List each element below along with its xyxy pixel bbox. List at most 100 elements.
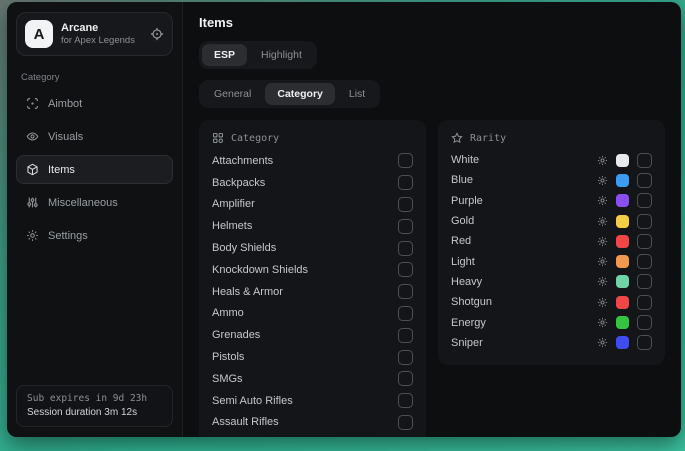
rarity-row: Sniper bbox=[451, 333, 652, 353]
checkbox-knockdown-shields[interactable] bbox=[398, 262, 413, 277]
session-duration-text: Session duration 3m 12s bbox=[27, 407, 162, 418]
category-label: Assault Rifles bbox=[212, 416, 279, 428]
color-swatch[interactable] bbox=[616, 215, 629, 228]
gear-icon[interactable] bbox=[597, 175, 608, 186]
logo-letter: A bbox=[34, 26, 45, 43]
gear-icon[interactable] bbox=[597, 297, 608, 308]
sidebar-item-label: Visuals bbox=[48, 131, 83, 143]
color-swatch[interactable] bbox=[616, 154, 629, 167]
mode-toggle: ESP Highlight bbox=[199, 41, 317, 69]
scope-icon[interactable] bbox=[150, 27, 164, 41]
category-row: Heals & Armor bbox=[212, 281, 413, 303]
rarity-row: Gold bbox=[451, 211, 652, 231]
gear-icon[interactable] bbox=[597, 337, 608, 348]
gear-icon[interactable] bbox=[597, 155, 608, 166]
rarity-panel-title: Rarity bbox=[470, 133, 506, 144]
gear-icon[interactable] bbox=[597, 195, 608, 206]
sidebar-item-label: Aimbot bbox=[48, 98, 82, 110]
main-content: Items ESP Highlight General Category Lis… bbox=[183, 2, 681, 437]
category-row: LMGs bbox=[212, 433, 413, 437]
tab-general[interactable]: General bbox=[202, 83, 263, 105]
checkbox-smgs[interactable] bbox=[398, 371, 413, 386]
rarity-row: Blue bbox=[451, 170, 652, 190]
rarity-label: Purple bbox=[451, 195, 483, 207]
checkbox-sniper[interactable] bbox=[637, 335, 652, 350]
sidebar-item-settings[interactable]: Settings bbox=[16, 221, 173, 250]
rarity-label: Blue bbox=[451, 174, 473, 186]
category-row: SMGs bbox=[212, 368, 413, 390]
gear-icon bbox=[26, 229, 39, 242]
grid-icon bbox=[212, 132, 224, 144]
category-label: Body Shields bbox=[212, 242, 276, 254]
sidebar-item-aimbot[interactable]: Aimbot bbox=[16, 89, 173, 118]
sidebar-section-label: Category bbox=[21, 72, 168, 83]
checkbox-backpacks[interactable] bbox=[398, 175, 413, 190]
checkbox-attachments[interactable] bbox=[398, 153, 413, 168]
rarity-label: Heavy bbox=[451, 276, 482, 288]
color-swatch[interactable] bbox=[616, 194, 629, 207]
eye-icon bbox=[26, 130, 39, 143]
sidebar-item-label: Miscellaneous bbox=[48, 197, 118, 209]
checkbox-heavy[interactable] bbox=[637, 274, 652, 289]
rarity-label: Sniper bbox=[451, 337, 483, 349]
category-label: Backpacks bbox=[212, 177, 265, 189]
rarity-label: Red bbox=[451, 235, 471, 247]
color-swatch[interactable] bbox=[616, 316, 629, 329]
checkbox-heals-armor[interactable] bbox=[398, 284, 413, 299]
category-row: Ammo bbox=[212, 303, 413, 325]
gear-icon[interactable] bbox=[597, 256, 608, 267]
category-label: Heals & Armor bbox=[212, 286, 283, 298]
star-icon bbox=[451, 132, 463, 144]
page-title: Items bbox=[199, 15, 665, 30]
rarity-row: Shotgun bbox=[451, 292, 652, 312]
crosshair-icon bbox=[26, 97, 39, 110]
category-label: Attachments bbox=[212, 155, 273, 167]
sliders-icon bbox=[26, 196, 39, 209]
gear-icon[interactable] bbox=[597, 236, 608, 247]
color-swatch[interactable] bbox=[616, 296, 629, 309]
app-subtitle: for Apex Legends bbox=[61, 35, 135, 46]
color-swatch[interactable] bbox=[616, 275, 629, 288]
checkbox-red[interactable] bbox=[637, 234, 652, 249]
category-panel: Category Attachments Backpacks Amplifier… bbox=[199, 120, 426, 437]
color-swatch[interactable] bbox=[616, 336, 629, 349]
color-swatch[interactable] bbox=[616, 174, 629, 187]
sidebar-item-visuals[interactable]: Visuals bbox=[16, 122, 173, 151]
checkbox-blue[interactable] bbox=[637, 173, 652, 188]
checkbox-helmets[interactable] bbox=[398, 219, 413, 234]
checkbox-light[interactable] bbox=[637, 254, 652, 269]
app-logo: A bbox=[25, 20, 53, 48]
color-swatch[interactable] bbox=[616, 255, 629, 268]
checkbox-assault-rifles[interactable] bbox=[398, 415, 413, 430]
checkbox-ammo[interactable] bbox=[398, 306, 413, 321]
sidebar-item-items[interactable]: Items bbox=[16, 155, 173, 184]
sidebar: A Arcane for Apex Legends Category bbox=[7, 2, 183, 437]
checkbox-gold[interactable] bbox=[637, 214, 652, 229]
sidebar-nav: Aimbot Visuals Items bbox=[16, 89, 173, 250]
category-label: Knockdown Shields bbox=[212, 264, 308, 276]
checkbox-shotgun[interactable] bbox=[637, 295, 652, 310]
sidebar-item-label: Items bbox=[48, 164, 75, 176]
rarity-row: White bbox=[451, 150, 652, 170]
tab-category[interactable]: Category bbox=[265, 83, 335, 105]
sidebar-item-miscellaneous[interactable]: Miscellaneous bbox=[16, 188, 173, 217]
gear-icon[interactable] bbox=[597, 276, 608, 287]
category-label: Amplifier bbox=[212, 198, 255, 210]
mode-highlight-button[interactable]: Highlight bbox=[249, 44, 314, 66]
mode-esp-button[interactable]: ESP bbox=[202, 44, 247, 66]
gear-icon[interactable] bbox=[597, 317, 608, 328]
checkbox-purple[interactable] bbox=[637, 193, 652, 208]
checkbox-semi-auto-rifles[interactable] bbox=[398, 393, 413, 408]
checkbox-grenades[interactable] bbox=[398, 328, 413, 343]
checkbox-energy[interactable] bbox=[637, 315, 652, 330]
tab-list[interactable]: List bbox=[337, 83, 377, 105]
checkbox-body-shields[interactable] bbox=[398, 241, 413, 256]
gear-icon[interactable] bbox=[597, 216, 608, 227]
color-swatch[interactable] bbox=[616, 235, 629, 248]
checkbox-white[interactable] bbox=[637, 153, 652, 168]
checkbox-amplifier[interactable] bbox=[398, 197, 413, 212]
checkbox-pistols[interactable] bbox=[398, 350, 413, 365]
category-label: Ammo bbox=[212, 307, 244, 319]
category-row: Helmets bbox=[212, 215, 413, 237]
sub-expires-text: Sub expires in 9d 23h bbox=[27, 393, 162, 404]
